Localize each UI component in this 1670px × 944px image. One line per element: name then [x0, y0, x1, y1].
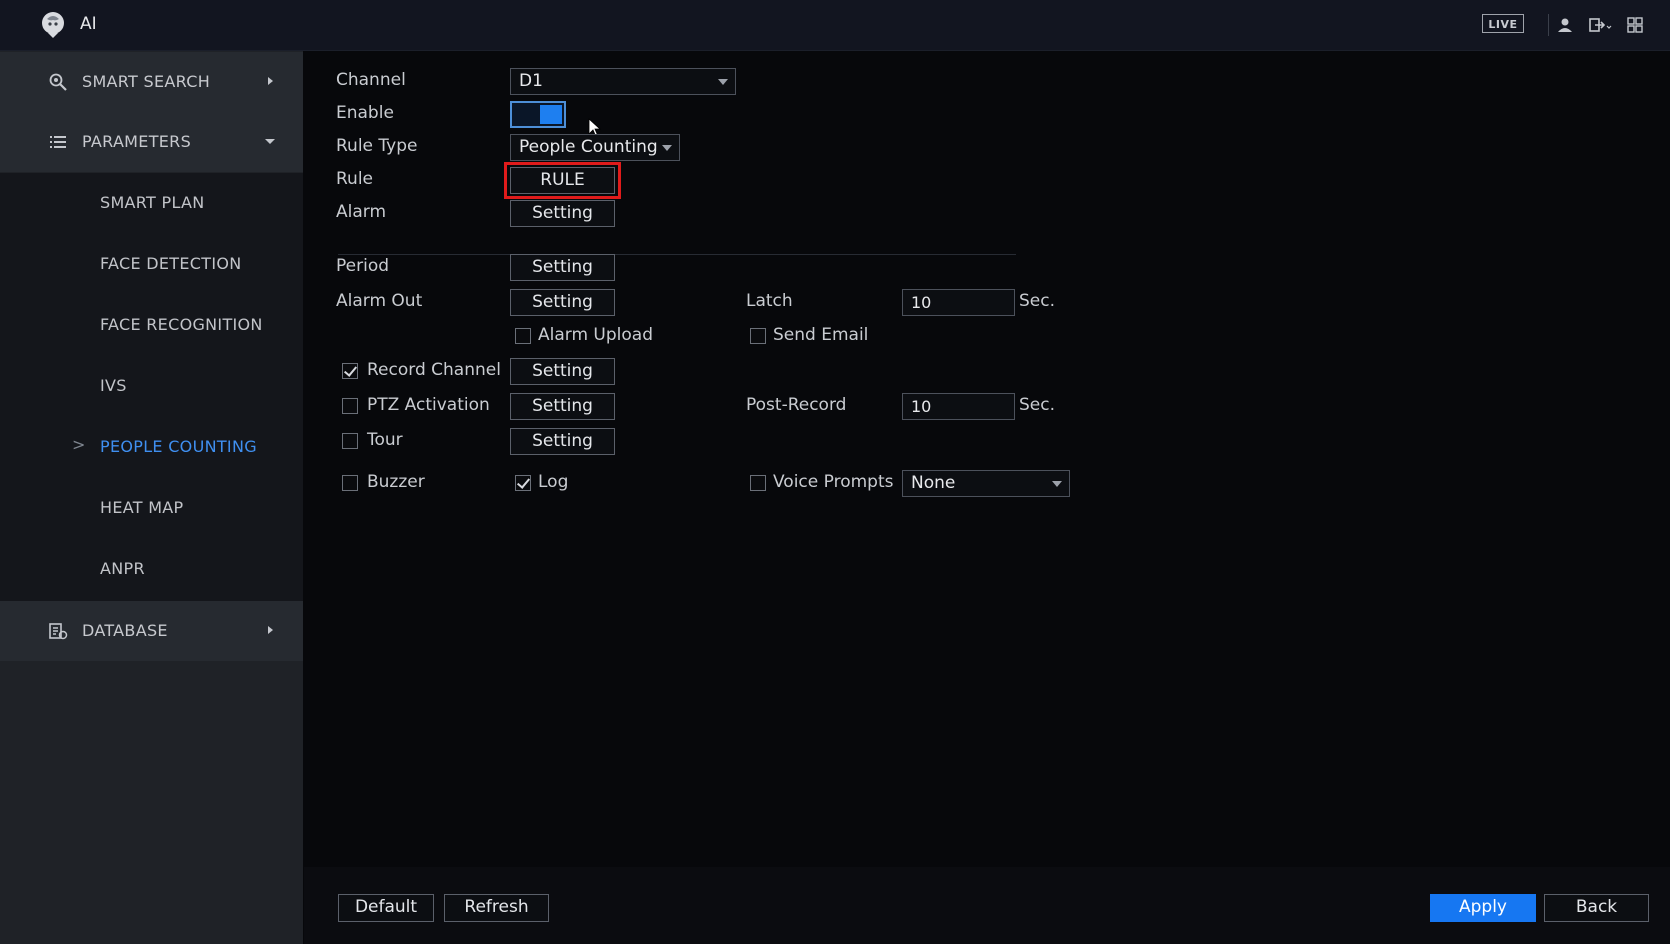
- default-button[interactable]: Default: [338, 894, 434, 922]
- latch-input[interactable]: 10: [902, 289, 1015, 316]
- sidebar-item-parameters[interactable]: PARAMETERS: [0, 112, 303, 172]
- sidebar-item-anpr[interactable]: ANPR: [100, 559, 145, 578]
- log-checkbox[interactable]: [515, 475, 531, 491]
- ptz-activation-checkbox[interactable]: [342, 398, 358, 414]
- sidebar-item-database[interactable]: DATABASE: [0, 601, 303, 661]
- rule-label: Rule: [336, 169, 374, 189]
- sidebar-item-label: PARAMETERS: [82, 132, 192, 151]
- toggle-knob: [540, 105, 562, 124]
- alarm-out-setting-button[interactable]: Setting: [510, 289, 615, 316]
- alarm-upload-label: Alarm Upload: [538, 325, 653, 345]
- ptz-activation-label: PTZ Activation: [367, 395, 490, 415]
- user-icon[interactable]: [1556, 16, 1574, 34]
- buzzer-checkbox[interactable]: [342, 475, 358, 491]
- alarm-setting-button[interactable]: Setting: [510, 200, 615, 227]
- chevron-right-icon: [268, 77, 273, 85]
- sidebar-item-smart-search[interactable]: SMART SEARCH: [0, 52, 303, 112]
- channel-select[interactable]: D1: [510, 68, 736, 95]
- app-title: AI: [80, 14, 97, 34]
- database-icon: [49, 623, 68, 640]
- send-email-checkbox[interactable]: [750, 328, 766, 344]
- chevron-right-icon: [268, 626, 273, 634]
- voice-prompts-value: None: [911, 473, 956, 493]
- rule-button[interactable]: RULE: [510, 167, 615, 194]
- alarm-label: Alarm: [336, 202, 387, 222]
- tour-checkbox[interactable]: [342, 433, 358, 449]
- sidebar-item-people-counting[interactable]: PEOPLE COUNTING: [100, 437, 257, 456]
- section-divider: [338, 254, 1016, 255]
- sidebar-item-heat-map[interactable]: HEAT MAP: [100, 498, 184, 517]
- logo-icon: [42, 12, 64, 38]
- sidebar-item-face-recognition[interactable]: FACE RECOGNITION: [100, 315, 263, 334]
- enable-label: Enable: [336, 103, 394, 123]
- back-button[interactable]: Back: [1544, 894, 1649, 922]
- channel-label: Channel: [336, 70, 406, 90]
- chevron-down-icon: [265, 139, 275, 144]
- record-channel-setting-button[interactable]: Setting: [510, 358, 615, 385]
- live-button[interactable]: LIVE: [1482, 14, 1524, 33]
- post-record-unit: Sec.: [1019, 395, 1056, 415]
- sidebar: SMART SEARCH PARAMETERS SMART PLAN FACE …: [0, 51, 303, 944]
- rule-type-select[interactable]: People Counting: [510, 134, 680, 161]
- send-email-label: Send Email: [773, 325, 869, 345]
- ptz-activation-setting-button[interactable]: Setting: [510, 393, 615, 420]
- logout-icon[interactable]: [1588, 16, 1614, 34]
- tour-label: Tour: [367, 430, 403, 450]
- record-channel-label: Record Channel: [367, 360, 501, 380]
- period-setting-button[interactable]: Setting: [510, 254, 615, 281]
- refresh-button[interactable]: Refresh: [444, 894, 549, 922]
- latch-label: Latch: [746, 291, 793, 311]
- main-panel: Channel D1 Enable Rule Type People Count…: [304, 51, 1670, 944]
- list-icon: [50, 136, 66, 148]
- post-record-label: Post-Record: [746, 395, 847, 415]
- header-divider: [1548, 14, 1549, 36]
- parameters-submenu: SMART PLAN FACE DETECTION FACE RECOGNITI…: [0, 173, 303, 601]
- buzzer-label: Buzzer: [367, 472, 425, 492]
- record-channel-checkbox[interactable]: [342, 363, 358, 379]
- alarm-upload-checkbox[interactable]: [515, 328, 531, 344]
- period-label: Period: [336, 256, 390, 276]
- latch-unit: Sec.: [1019, 291, 1056, 311]
- voice-prompts-label: Voice Prompts: [773, 472, 894, 492]
- enable-toggle[interactable]: [510, 101, 566, 128]
- sidebar-item-ivs[interactable]: IVS: [100, 376, 127, 395]
- dropdown-arrow-icon: [1052, 481, 1062, 487]
- sidebar-item-label: DATABASE: [82, 621, 168, 640]
- sidebar-item-smart-plan[interactable]: SMART PLAN: [100, 193, 205, 212]
- voice-prompts-checkbox[interactable]: [750, 475, 766, 491]
- active-caret: >: [72, 435, 86, 454]
- sidebar-item-label: SMART SEARCH: [82, 72, 211, 91]
- rule-type-value: People Counting: [519, 137, 658, 157]
- dropdown-arrow-icon: [662, 145, 672, 151]
- top-bar: AI LIVE: [0, 0, 1670, 51]
- footer-bar: Default Refresh Apply Back: [304, 867, 1670, 944]
- post-record-input[interactable]: 10: [902, 393, 1015, 420]
- voice-prompts-select[interactable]: None: [902, 470, 1070, 497]
- channel-value: D1: [519, 71, 543, 91]
- tour-setting-button[interactable]: Setting: [510, 428, 615, 455]
- alarm-out-label: Alarm Out: [336, 291, 423, 311]
- log-label: Log: [538, 472, 569, 492]
- rule-type-label: Rule Type: [336, 136, 418, 156]
- dropdown-arrow-icon: [718, 79, 728, 85]
- apply-button[interactable]: Apply: [1430, 894, 1536, 922]
- grid-icon[interactable]: [1626, 16, 1644, 34]
- sidebar-item-face-detection[interactable]: FACE DETECTION: [100, 254, 242, 273]
- smart-search-icon: [49, 73, 67, 91]
